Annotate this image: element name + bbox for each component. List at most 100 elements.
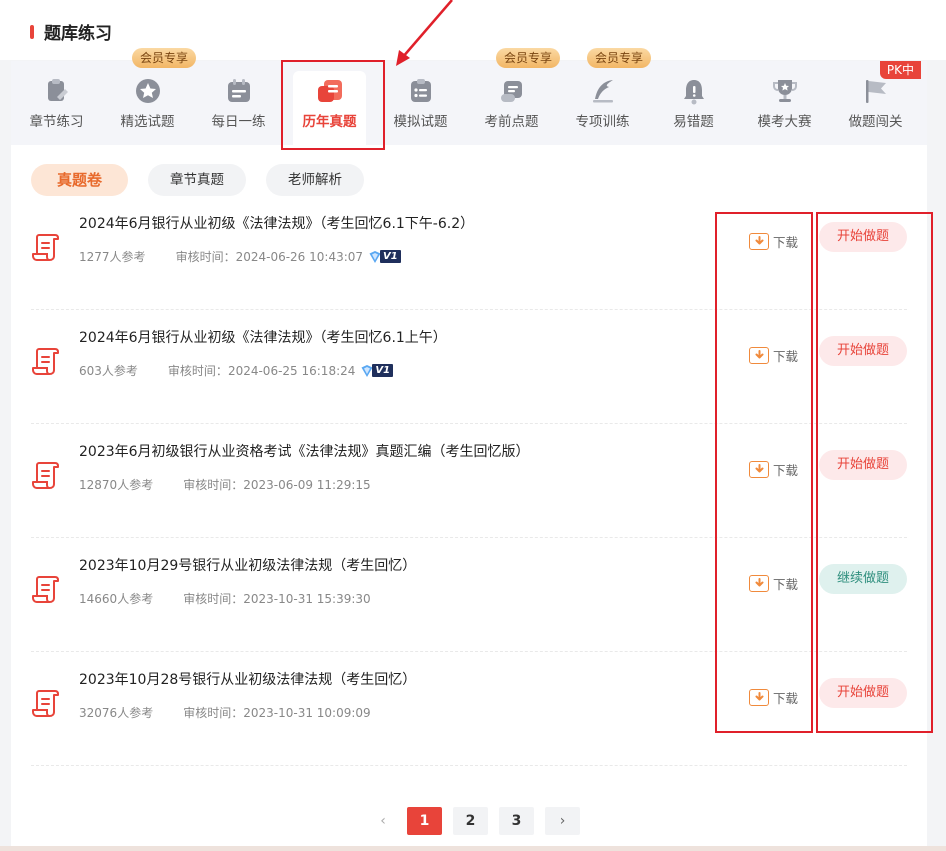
participant-suffix: 人参考	[117, 706, 154, 720]
section-title-text: 题库练习	[44, 24, 112, 44]
review-time: 2024-06-26 10:43:07	[235, 249, 364, 264]
page-button-1[interactable]: 1	[407, 807, 442, 835]
paper-meta: 12870 人参考 审核时间： 2023-06-09 11:29:15	[79, 476, 371, 493]
participant-count: 12870	[79, 477, 118, 492]
participant-count: 1277	[79, 249, 110, 264]
participant-count: 603	[79, 363, 102, 378]
nav-tab-label: 易错题	[673, 114, 714, 130]
review-time: 2023-10-31 10:09:09	[243, 705, 371, 720]
review-time: 2023-06-09 11:29:15	[243, 477, 371, 492]
next-page-button[interactable]: ›	[545, 807, 580, 835]
exam-paper-icon	[31, 346, 61, 376]
nav-tab-8[interactable]: 易错题	[648, 61, 739, 145]
continue-practice-button[interactable]: 继续做题	[819, 564, 907, 594]
page-button-2[interactable]: 2	[453, 807, 488, 835]
scroll-icon	[498, 77, 526, 105]
paper-title[interactable]: 2023年10月28号银行从业初级法律法规（考生回忆）	[79, 669, 416, 689]
nav-tab-label: 模考大赛	[757, 114, 812, 130]
paper-title[interactable]: 2023年10月29号银行从业初级法律法规（考生回忆）	[79, 555, 416, 575]
nav-tab-2[interactable]: 精选试题 会员专享	[102, 48, 197, 145]
download-button[interactable]: 下载	[749, 688, 798, 707]
page-bottom-strip	[0, 846, 946, 851]
download-label: 下载	[773, 577, 799, 592]
participant-suffix: 人参考	[109, 250, 146, 264]
paper-title[interactable]: 2024年6月银行从业初级《法律法规》（考生回忆6.1下午-6.2）	[79, 213, 474, 233]
filter-tab-3[interactable]: 老师解析	[266, 164, 365, 196]
page-button-3[interactable]: 3	[499, 807, 534, 835]
review-time-label: 审核时间：	[183, 478, 244, 492]
download-icon	[749, 689, 769, 706]
nav-tab-4[interactable]: 历年真题	[293, 71, 366, 145]
nav-tab-10[interactable]: 做题闯关 PK中	[830, 61, 921, 145]
review-time-label: 审核时间：	[183, 706, 244, 720]
member-exclusive-tag: 会员专享	[587, 48, 652, 68]
quill-icon	[589, 77, 617, 105]
filter-tab-2[interactable]: 章节真题	[148, 164, 247, 196]
section-title: 题库练习	[30, 19, 112, 44]
nav-tab-label: 历年真题	[302, 114, 357, 130]
prev-page-button[interactable]: ‹	[370, 807, 396, 835]
nav-tab-1[interactable]: 章节练习	[11, 61, 102, 145]
exam-paper-icon	[31, 232, 61, 262]
pagination: ‹ 1 2 3 ›	[370, 807, 591, 835]
review-time: 2024-06-25 16:18:24	[227, 363, 356, 378]
nav-tab-label: 专项训练	[575, 114, 630, 130]
review-time-label: 审核时间：	[183, 592, 244, 606]
filter-tab-1[interactable]: 真题卷	[31, 164, 129, 196]
trophy-icon	[771, 77, 799, 105]
calendar-icon	[225, 77, 253, 105]
version-badge-text: V1	[380, 250, 401, 263]
nav-tab-6[interactable]: 考前点题 会员专享	[466, 48, 561, 145]
exam-paper-icon	[31, 460, 61, 490]
start-practice-button[interactable]: 开始做题	[819, 336, 907, 366]
paper-title[interactable]: 2024年6月银行从业初级《法律法规》（考生回忆6.1上午）	[79, 327, 447, 347]
paper-row: 2023年6月初级银行从业资格考试《法律法规》真题汇编（考生回忆版） 12870 人…	[31, 424, 907, 538]
category-nav: 章节练习 精选试题 会员专享 每日一练 历年真题 模拟试题 考前点题 会员专享 专项训练 会员专享…	[11, 48, 927, 145]
review-time: 2023-10-31 15:39:30	[243, 591, 371, 606]
verified-badge: V1	[360, 364, 394, 378]
download-icon	[749, 461, 769, 478]
paper-meta: 1277 人参考 审核时间： 2024-06-26 10:43:07 V1	[79, 248, 401, 265]
nav-tab-label: 做题闯关	[848, 114, 903, 130]
start-practice-button[interactable]: 开始做题	[819, 450, 907, 480]
exam-paper-icon	[31, 574, 61, 604]
checklist-icon	[407, 77, 435, 105]
nav-tab-label: 考前点题	[484, 114, 539, 130]
participant-suffix: 人参考	[101, 364, 138, 378]
download-label: 下载	[773, 691, 799, 706]
question-bank-card: 章节练习 精选试题 会员专享 每日一练 历年真题 模拟试题 考前点题 会员专享 专项训练 会员专享…	[11, 48, 927, 851]
filter-tabs: 真题卷 章节真题 老师解析	[31, 164, 384, 196]
nav-tab-7[interactable]: 专项训练 会员专享	[557, 48, 652, 145]
download-button[interactable]: 下载	[749, 346, 798, 365]
start-practice-button[interactable]: 开始做题	[819, 222, 907, 252]
clipboard-pen-icon	[43, 77, 71, 105]
nav-tab-3[interactable]: 每日一练	[193, 61, 284, 145]
nav-tab-9[interactable]: 模考大赛	[739, 61, 830, 145]
participant-suffix: 人参考	[117, 478, 154, 492]
download-icon	[749, 575, 769, 592]
exam-paper-icon	[31, 688, 61, 718]
participant-count: 32076	[79, 705, 118, 720]
download-button[interactable]: 下载	[749, 574, 798, 593]
start-practice-button[interactable]: 开始做题	[819, 678, 907, 708]
nav-tab-label: 精选试题	[120, 114, 175, 130]
participant-suffix: 人参考	[117, 592, 154, 606]
download-label: 下载	[773, 235, 799, 250]
paper-card-icon	[316, 77, 344, 105]
review-time-label: 审核时间：	[167, 364, 228, 378]
paper-meta: 603 人参考 审核时间： 2024-06-25 16:18:24 V1	[79, 362, 394, 379]
download-icon	[749, 233, 769, 250]
paper-title[interactable]: 2023年6月初级银行从业资格考试《法律法规》真题汇编（考生回忆版）	[79, 441, 530, 461]
nav-tab-label: 模拟试题	[393, 114, 448, 130]
flag-icon	[862, 77, 890, 105]
download-button[interactable]: 下载	[749, 232, 798, 251]
member-exclusive-tag: 会员专享	[132, 48, 197, 68]
download-button[interactable]: 下载	[749, 460, 798, 479]
participant-count: 14660	[79, 591, 118, 606]
title-accent-bar	[30, 24, 34, 39]
download-label: 下载	[773, 463, 799, 478]
paper-row: 2024年6月银行从业初级《法律法规》（考生回忆6.1上午） 603 人参考 审核时间…	[31, 310, 907, 424]
verified-badge: V1	[368, 250, 401, 264]
download-label: 下载	[773, 349, 799, 364]
nav-tab-5[interactable]: 模拟试题	[375, 61, 466, 145]
